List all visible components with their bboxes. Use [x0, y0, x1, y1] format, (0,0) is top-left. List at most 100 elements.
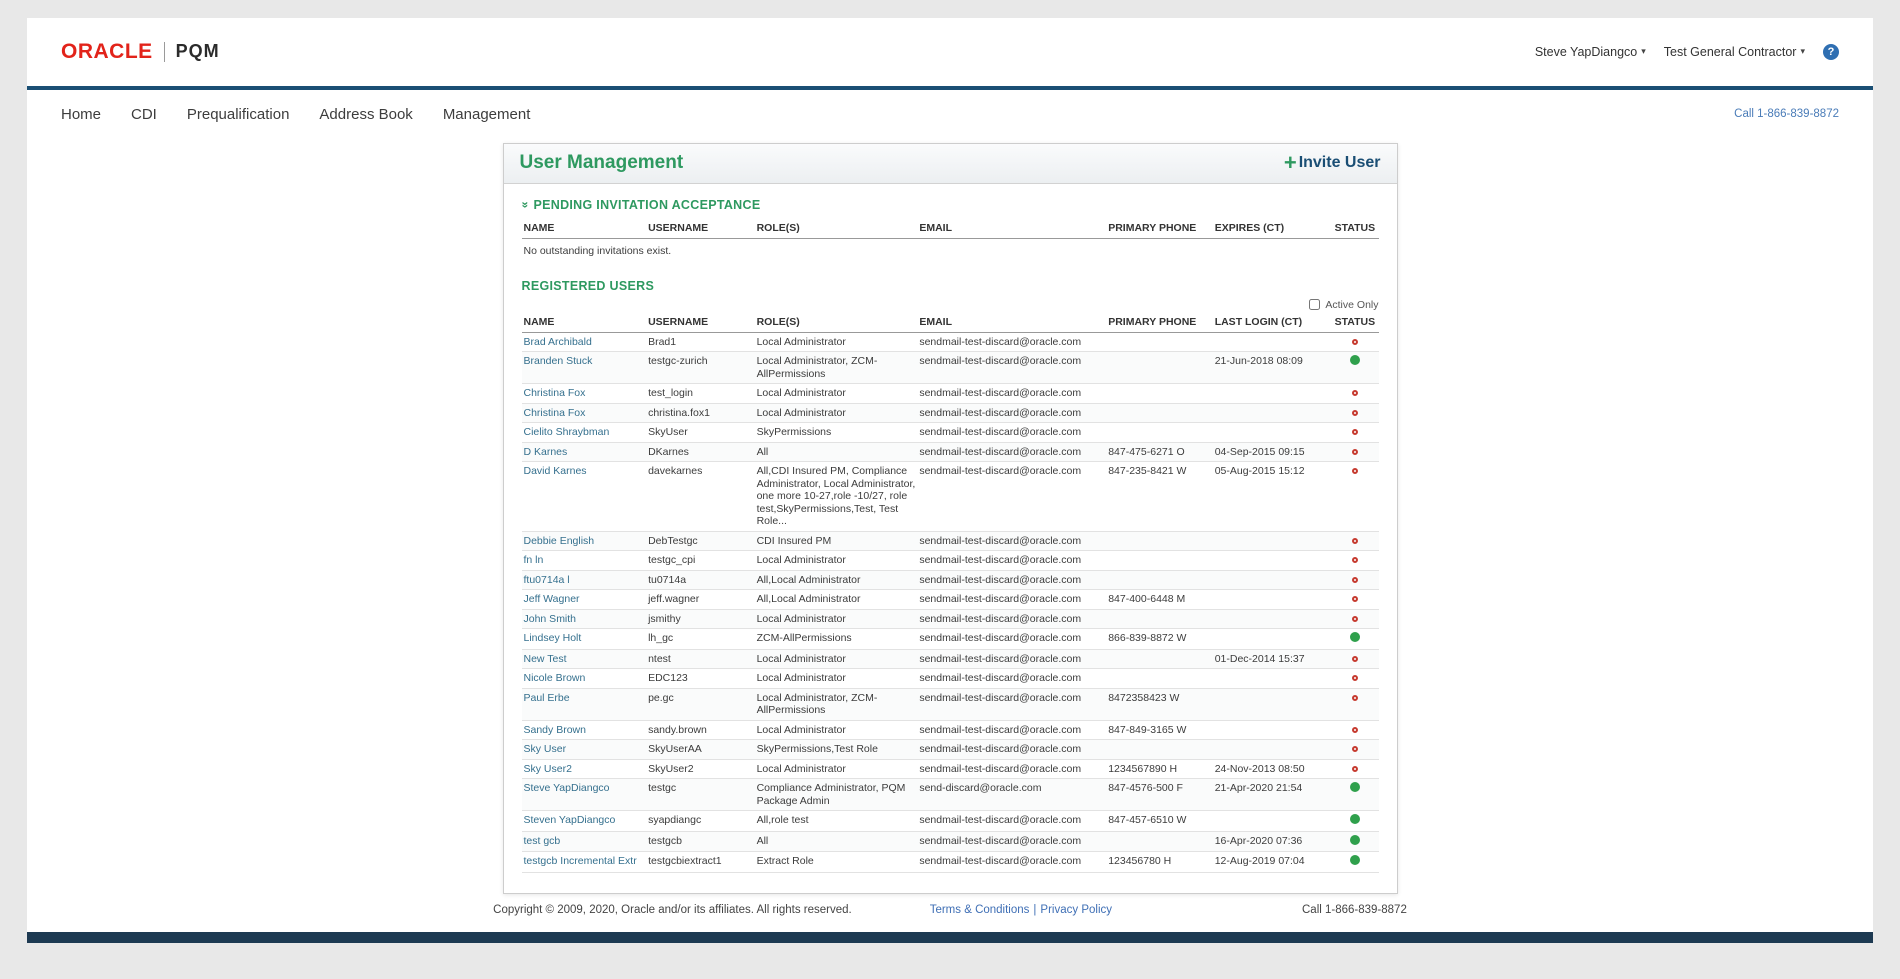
user-name-link[interactable]: Christina Fox — [524, 387, 586, 399]
roles-cell: All — [755, 831, 918, 852]
username-cell: EDC123 — [646, 669, 755, 689]
status-active-icon — [1350, 632, 1360, 642]
table-row: Steve YapDiangcotestgcCompliance Adminis… — [522, 779, 1379, 811]
user-name-link[interactable]: New Test — [524, 653, 567, 665]
username-cell: christina.fox1 — [646, 403, 755, 423]
user-name-link[interactable]: Cielito Shraybman — [524, 426, 610, 438]
roles-cell: All,Local Administrator — [755, 570, 918, 590]
privacy-link[interactable]: Privacy Policy — [1040, 904, 1112, 916]
invite-user-button[interactable]: + Invite User — [1284, 152, 1381, 174]
footer-link-separator: | — [1033, 904, 1036, 916]
org-menu[interactable]: Test General Contractor ▾ — [1664, 45, 1805, 59]
email-cell: sendmail-test-discard@oracle.com — [917, 570, 1106, 590]
user-management-panel: User Management + Invite User » PENDING … — [503, 143, 1398, 894]
nav-item-cdi[interactable]: CDI — [131, 106, 157, 123]
phone-cell: 123456780 H — [1106, 852, 1212, 873]
roles-cell: Local Administrator — [755, 403, 918, 423]
phone-cell: 847-235-8421 W — [1106, 462, 1212, 532]
double-chevron-down-icon[interactable]: » — [518, 201, 532, 208]
user-name-link[interactable]: Paul Erbe — [524, 692, 570, 704]
user-name-link[interactable]: John Smith — [524, 613, 577, 625]
last-login-cell — [1213, 609, 1332, 629]
name-cell: Sandy Brown — [522, 720, 647, 740]
email-cell: sendmail-test-discard@oracle.com — [917, 442, 1106, 462]
user-name-link[interactable]: D Karnes — [524, 446, 568, 458]
call-link[interactable]: Call 1-866-839-8872 — [1734, 108, 1839, 120]
roles-cell: Local Administrator — [755, 759, 918, 779]
status-cell — [1331, 720, 1378, 740]
column-header-email: EMAIL — [917, 218, 1106, 239]
user-name-link[interactable]: Sky User2 — [524, 763, 572, 775]
username-cell: testgcbiextract1 — [646, 852, 755, 873]
user-name-link[interactable]: Sandy Brown — [524, 724, 586, 736]
roles-cell: ZCM-AllPermissions — [755, 629, 918, 650]
user-name-link[interactable]: Branden Stuck — [524, 355, 593, 367]
phone-cell: 847-400-6448 M — [1106, 590, 1212, 610]
email-cell: sendmail-test-discard@oracle.com — [917, 403, 1106, 423]
roles-cell: All,CDI Insured PM, Compliance Administr… — [755, 462, 918, 532]
pending-invitations-table: NAMEUSERNAMEROLE(S)EMAILPRIMARY PHONEEXP… — [522, 218, 1379, 239]
user-name-link[interactable]: Debbie English — [524, 535, 595, 547]
status-cell — [1331, 332, 1378, 352]
status-cell — [1331, 570, 1378, 590]
user-name-link[interactable]: Christina Fox — [524, 407, 586, 419]
last-login-cell — [1213, 669, 1332, 689]
user-name-link[interactable]: testgcb Incremental Extr — [524, 855, 637, 867]
table-row: Cielito ShraybmanSkyUserSkyPermissionsse… — [522, 423, 1379, 443]
name-cell: John Smith — [522, 609, 647, 629]
status-cell — [1331, 740, 1378, 760]
footer-links: Terms & Conditions| Privacy Policy — [930, 904, 1112, 916]
active-only-checkbox[interactable] — [1309, 299, 1320, 310]
user-menu[interactable]: Steve YapDiangco ▾ — [1535, 45, 1646, 59]
registered-users-table: NAMEUSERNAMEROLE(S)EMAILPRIMARY PHONELAS… — [522, 312, 1379, 873]
email-cell: sendmail-test-discard@oracle.com — [917, 384, 1106, 404]
user-name-link[interactable]: Steve YapDiangco — [524, 782, 610, 794]
name-cell: Paul Erbe — [522, 688, 647, 720]
terms-link[interactable]: Terms & Conditions — [930, 904, 1030, 916]
nav-item-prequalification[interactable]: Prequalification — [187, 106, 290, 123]
name-cell: Sky User — [522, 740, 647, 760]
user-name-link[interactable]: Nicole Brown — [524, 672, 586, 684]
table-row: Branden Stucktestgc-zurichLocal Administ… — [522, 352, 1379, 384]
nav-item-home[interactable]: Home — [61, 106, 101, 123]
user-name-link[interactable]: Steven YapDiangco — [524, 814, 616, 826]
username-cell: testgc — [646, 779, 755, 811]
phone-cell — [1106, 570, 1212, 590]
username-cell: pe.gc — [646, 688, 755, 720]
username-cell: Brad1 — [646, 332, 755, 352]
user-name-link[interactable]: ftu0714a l — [524, 574, 570, 586]
column-header-status: STATUS — [1331, 312, 1378, 333]
name-cell: Branden Stuck — [522, 352, 647, 384]
page-container: ORACLE PQM Steve YapDiangco ▾ Test Gener… — [27, 18, 1873, 943]
user-name-link[interactable]: Lindsey Holt — [524, 632, 582, 644]
status-cell — [1331, 811, 1378, 832]
invite-user-label: Invite User — [1299, 154, 1381, 172]
user-name-link[interactable]: Sky User — [524, 743, 567, 755]
user-name-link[interactable]: test gcb — [524, 835, 561, 847]
user-name-link[interactable]: fn ln — [524, 554, 544, 566]
status-cell — [1331, 609, 1378, 629]
table-row: Lindsey Holtlh_gcZCM-AllPermissionssendm… — [522, 629, 1379, 650]
name-cell: Brad Archibald — [522, 332, 647, 352]
user-name-link[interactable]: David Karnes — [524, 465, 587, 477]
roles-cell: Local Administrator, ZCM-AllPermissions — [755, 352, 918, 384]
help-icon[interactable]: ? — [1823, 44, 1839, 60]
main-nav: Home CDI Prequalification Address Book Manag… — [27, 90, 1873, 135]
status-inactive-icon — [1352, 695, 1358, 701]
column-header-last-login-ct: LAST LOGIN (CT) — [1213, 312, 1332, 333]
status-active-icon — [1350, 814, 1360, 824]
username-cell: lh_gc — [646, 629, 755, 650]
last-login-cell — [1213, 423, 1332, 443]
username-cell: jeff.wagner — [646, 590, 755, 610]
nav-item-management[interactable]: Management — [443, 106, 531, 123]
user-name-link[interactable]: Brad Archibald — [524, 336, 592, 348]
username-cell: SkyUser2 — [646, 759, 755, 779]
name-cell: fn ln — [522, 551, 647, 571]
status-cell — [1331, 831, 1378, 852]
table-row: Nicole BrownEDC123Local Administratorsen… — [522, 669, 1379, 689]
nav-item-address-book[interactable]: Address Book — [319, 106, 412, 123]
roles-cell: Local Administrator — [755, 649, 918, 669]
user-name-link[interactable]: Jeff Wagner — [524, 593, 580, 605]
last-login-cell: 04-Sep-2015 09:15 — [1213, 442, 1332, 462]
email-cell: sendmail-test-discard@oracle.com — [917, 669, 1106, 689]
